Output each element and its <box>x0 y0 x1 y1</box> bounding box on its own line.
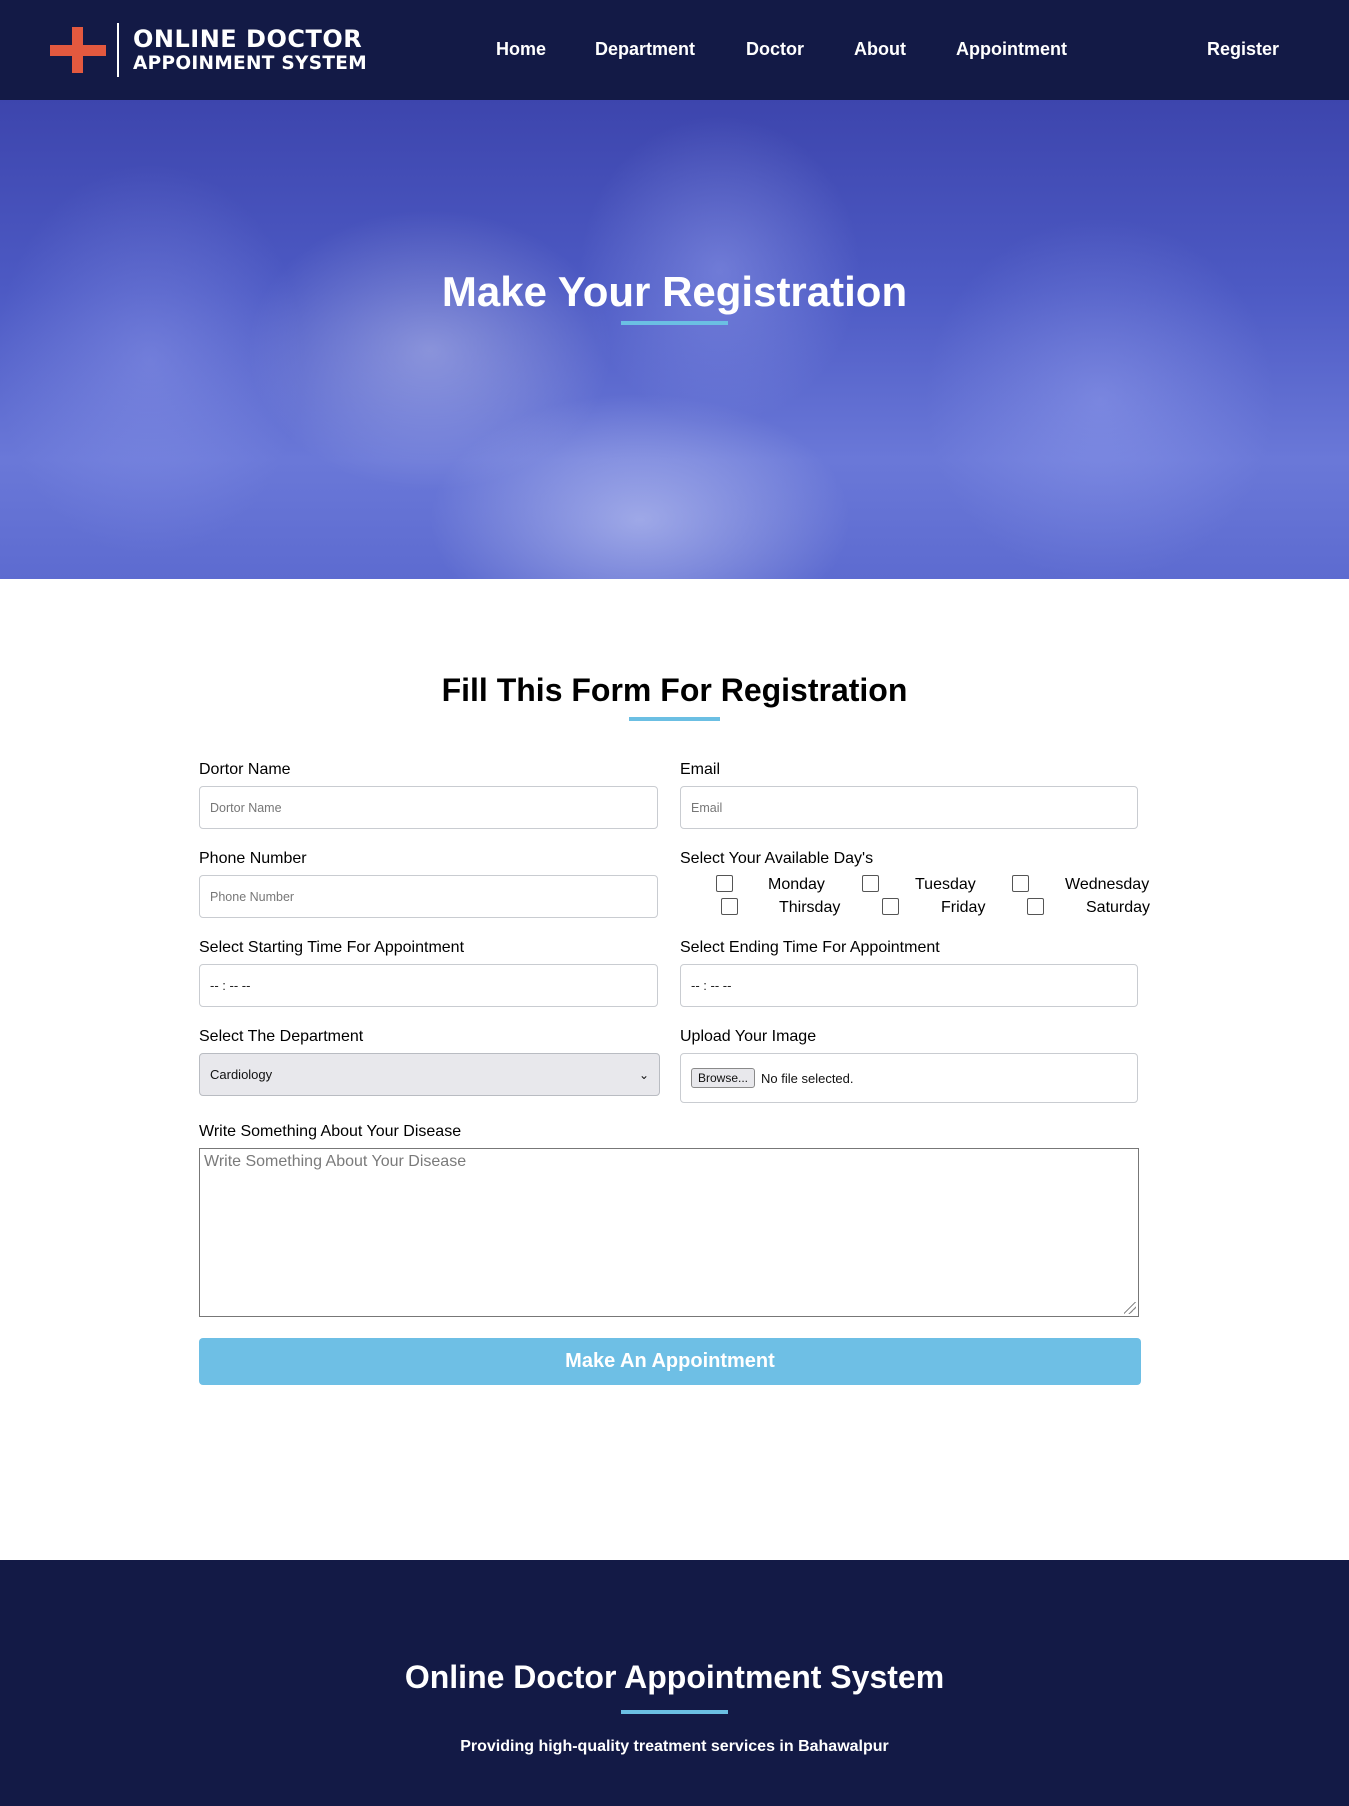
email-label: Email <box>680 761 721 778</box>
department-selected-value: Cardiology <box>210 1067 273 1082</box>
hero-title-underline <box>621 321 728 325</box>
make-appointment-button[interactable]: Make An Appointment <box>199 1338 1141 1385</box>
chevron-down-icon: ⌄ <box>638 1067 649 1082</box>
day-label-saturday: Saturday <box>1086 899 1151 916</box>
checkbox-saturday[interactable] <box>1027 898 1044 915</box>
department-select[interactable]: Cardiology ⌄ <box>199 1053 660 1096</box>
day-label-tuesday: Tuesday <box>915 876 976 893</box>
end-time-input[interactable]: -- : -- -- <box>680 964 1138 1007</box>
site-header: ONLINE DOCTOR APPOINMENT SYSTEM Home Dep… <box>0 0 1349 100</box>
disease-label: Write Something About Your Disease <box>199 1123 462 1140</box>
checkbox-tuesday[interactable] <box>862 875 879 892</box>
days-label: Select Your Available Day's <box>680 850 874 867</box>
nav-appointment[interactable]: Appointment <box>956 39 1067 60</box>
phone-input[interactable]: Phone Number <box>199 875 658 918</box>
end-time-label: Select Ending Time For Appointment <box>680 939 940 956</box>
upload-image-label: Upload Your Image <box>680 1028 817 1045</box>
phone-label: Phone Number <box>199 850 307 867</box>
resize-handle-icon[interactable] <box>1124 1302 1136 1314</box>
site-footer: Online Doctor Appointment System Providi… <box>0 1560 1349 1806</box>
checkbox-monday[interactable] <box>716 875 733 892</box>
nav-doctor[interactable]: Doctor <box>746 39 804 60</box>
email-input[interactable]: Email <box>680 786 1138 829</box>
file-status: No file selected. <box>761 1070 854 1086</box>
nav-department[interactable]: Department <box>595 39 695 60</box>
day-label-thursday: Thirsday <box>779 899 841 916</box>
logo-line-1: ONLINE DOCTOR <box>133 24 363 53</box>
footer-title: Online Doctor Appointment System <box>404 1659 945 1695</box>
checkbox-friday[interactable] <box>882 898 899 915</box>
nav-about[interactable]: About <box>854 39 906 60</box>
day-label-wednesday: Wednesday <box>1065 876 1150 893</box>
department-label: Select The Department <box>199 1028 364 1045</box>
upload-image-field: Browse... No file selected. <box>680 1053 1138 1103</box>
checkbox-thursday[interactable] <box>721 898 738 915</box>
start-time-input[interactable]: -- : -- -- <box>199 964 658 1007</box>
hero-banner: Make Your Registration <box>0 100 1349 579</box>
footer-tagline: Providing high-quality treatment service… <box>460 1738 889 1755</box>
start-time-label: Select Starting Time For Appointment <box>199 939 465 956</box>
nav-register[interactable]: Register <box>1207 39 1279 60</box>
day-label-monday: Monday <box>768 876 825 893</box>
logo-divider <box>117 23 119 77</box>
browse-button[interactable]: Browse... <box>691 1068 756 1088</box>
disease-textarea[interactable]: Write Something About Your Disease <box>199 1148 1139 1317</box>
disease-placeholder: Write Something About Your Disease <box>204 1153 467 1170</box>
nav-home[interactable]: Home <box>496 39 546 60</box>
footer-title-underline <box>621 1710 728 1714</box>
plus-cross-logo-icon <box>50 25 106 75</box>
logo-text: ONLINE DOCTOR APPOINMENT SYSTEM <box>133 27 367 74</box>
form-title-underline <box>629 717 720 721</box>
checkbox-wednesday[interactable] <box>1012 875 1029 892</box>
day-label-friday: Friday <box>941 899 986 916</box>
site-logo[interactable]: ONLINE DOCTOR APPOINMENT SYSTEM <box>50 22 367 78</box>
form-title: Fill This Form For Registration <box>441 672 908 708</box>
doctor-name-input[interactable]: Dortor Name <box>199 786 658 829</box>
doctor-name-label: Dortor Name <box>199 761 291 778</box>
hero-title: Make Your Registration <box>441 268 908 315</box>
logo-line-2: APPOINMENT SYSTEM <box>133 52 367 74</box>
